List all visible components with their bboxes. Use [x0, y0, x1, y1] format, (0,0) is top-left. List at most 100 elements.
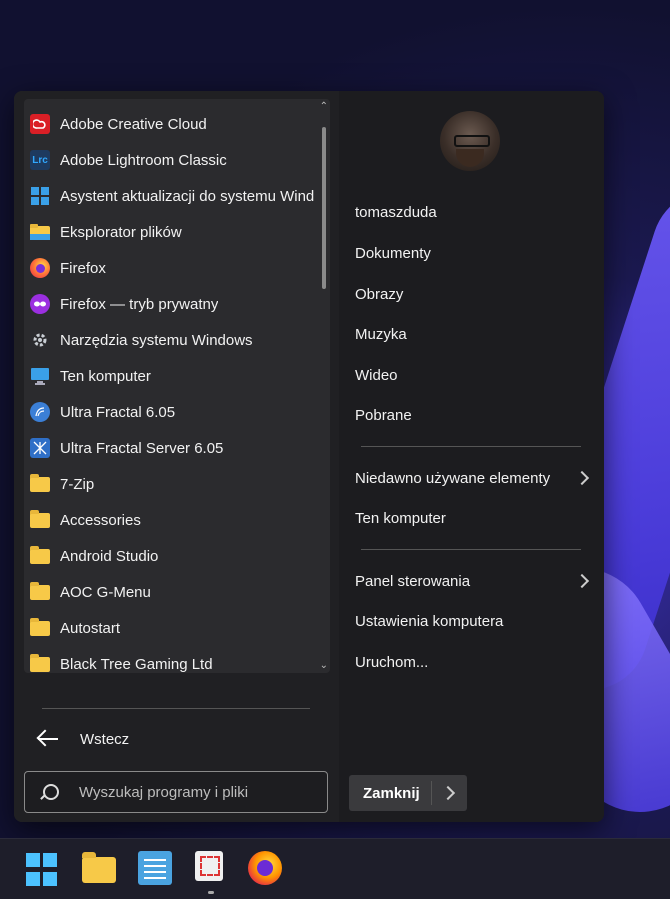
folder-icon: [30, 545, 50, 566]
divider: [42, 708, 310, 709]
avatar[interactable]: [440, 111, 500, 171]
pc-settings-label: Ustawienia komputera: [355, 612, 504, 630]
folder-icon: [30, 617, 50, 638]
file-explorer-icon[interactable]: [82, 852, 116, 883]
windows-update-icon: [30, 186, 50, 206]
folder-icon: [30, 581, 50, 602]
divider: [431, 781, 432, 805]
back-button[interactable]: Wstecz: [36, 724, 129, 754]
run-link[interactable]: Uruchom...: [355, 647, 587, 677]
program-ultra-fractal-server[interactable]: Ultra Fractal Server 6.05: [24, 431, 314, 465]
search-icon: [43, 784, 59, 800]
user-folder-link[interactable]: tomaszduda: [355, 197, 587, 227]
program-lightroom[interactable]: Lrc Adobe Lightroom Classic: [24, 143, 314, 177]
run-label: Uruchom...: [355, 653, 429, 671]
music-label: Muzyka: [355, 325, 407, 343]
firefox-private-icon: [30, 294, 50, 314]
chevron-right-icon: [574, 470, 590, 486]
videos-link[interactable]: Wideo: [355, 360, 587, 390]
folder-autostart[interactable]: Autostart: [24, 611, 314, 645]
program-windows-tools[interactable]: Narzędzia systemu Windows: [24, 323, 314, 357]
program-label: Black Tree Gaming Ltd: [60, 655, 213, 673]
pictures-label: Obrazy: [355, 285, 404, 303]
program-adobe-creative-cloud[interactable]: Adobe Creative Cloud: [24, 107, 314, 141]
active-app-indicator: [208, 891, 214, 894]
adobe-cc-icon: [30, 114, 50, 134]
folder-black-tree-gaming[interactable]: Black Tree Gaming Ltd: [24, 647, 314, 681]
places-pane: tomaszduda Dokumenty Obrazy Muzyka Wideo…: [339, 91, 604, 822]
notepad-icon[interactable]: [138, 851, 172, 885]
windows-start-icon[interactable]: [24, 851, 62, 889]
programs-pane: Adobe Creative Cloud Lrc Adobe Lightroom…: [14, 91, 339, 822]
control-panel-label: Panel sterowania: [355, 572, 471, 590]
music-link[interactable]: Muzyka: [355, 319, 587, 349]
program-label: 7-Zip: [60, 475, 95, 493]
this-pc-label: Ten komputer: [355, 509, 446, 527]
username-label: tomaszduda: [355, 203, 437, 221]
folder-icon: [30, 653, 50, 674]
program-label: Asystent aktualizacji do systemu Windows: [60, 187, 314, 205]
file-explorer-icon: [30, 222, 50, 242]
folder-aoc-g-menu[interactable]: AOC G-Menu: [24, 575, 314, 609]
program-label: Narzędzia systemu Windows: [60, 331, 253, 349]
program-label: Firefox — tryb prywatny: [60, 295, 219, 313]
program-this-pc[interactable]: Ten komputer: [24, 359, 314, 393]
program-label: Android Studio: [60, 547, 159, 565]
program-label: Adobe Creative Cloud: [60, 115, 207, 133]
scrollbar-thumb[interactable]: [322, 127, 326, 289]
recent-items-link[interactable]: Niedawno używane elementy: [355, 463, 590, 493]
program-label: Firefox: [60, 259, 106, 277]
chevron-right-icon: [574, 573, 590, 589]
program-label: AOC G-Menu: [60, 583, 151, 601]
lightroom-icon: Lrc: [30, 150, 50, 170]
search-placeholder: Wyszukaj programy i pliki: [79, 783, 249, 801]
program-firefox[interactable]: Firefox: [24, 251, 314, 285]
program-label: Eksplorator plików: [60, 223, 182, 241]
program-label: Accessories: [60, 511, 141, 529]
folder-icon: [30, 509, 50, 530]
snipping-tool-icon[interactable]: [195, 851, 223, 881]
scroll-up-arrow-icon[interactable]: ⌃: [320, 101, 328, 112]
pc-settings-link[interactable]: Ustawienia komputera: [355, 606, 587, 636]
downloads-label: Pobrane: [355, 406, 412, 424]
program-file-explorer[interactable]: Eksplorator plików: [24, 215, 314, 249]
pictures-link[interactable]: Obrazy: [355, 279, 587, 309]
program-label: Ultra Fractal 6.05: [60, 403, 176, 421]
documents-label: Dokumenty: [355, 244, 431, 262]
recent-items-label: Niedawno używane elementy: [355, 469, 551, 487]
ultra-fractal-server-icon: [30, 438, 50, 458]
windows-tools-icon: [30, 330, 50, 350]
folder-accessories[interactable]: Accessories: [24, 503, 314, 537]
program-label: Ten komputer: [60, 367, 151, 385]
folder-android-studio[interactable]: Android Studio: [24, 539, 314, 573]
search-input[interactable]: Wyszukaj programy i pliki: [24, 771, 328, 813]
downloads-link[interactable]: Pobrane: [355, 400, 587, 430]
documents-link[interactable]: Dokumenty: [355, 238, 587, 268]
program-ultra-fractal[interactable]: Ultra Fractal 6.05: [24, 395, 314, 429]
program-firefox-private[interactable]: Firefox — tryb prywatny: [24, 287, 314, 321]
folder-7zip[interactable]: 7-Zip: [24, 467, 314, 501]
program-windows-update-assistant[interactable]: Asystent aktualizacji do systemu Windows: [24, 179, 314, 213]
program-list[interactable]: Adobe Creative Cloud Lrc Adobe Lightroom…: [24, 99, 330, 673]
shutdown-button[interactable]: Zamknij: [349, 775, 467, 811]
chevron-right-icon[interactable]: [440, 785, 456, 801]
program-label: Ultra Fractal Server 6.05: [60, 439, 224, 457]
scroll-down-arrow-icon[interactable]: ⌄: [320, 660, 328, 671]
back-label: Wstecz: [80, 730, 130, 748]
back-arrow-icon: [36, 727, 60, 751]
start-menu: Adobe Creative Cloud Lrc Adobe Lightroom…: [14, 91, 604, 822]
computer-icon: [30, 366, 50, 386]
divider: [361, 446, 581, 447]
firefox-icon[interactable]: [248, 851, 282, 885]
this-pc-link[interactable]: Ten komputer: [355, 503, 587, 533]
program-label: Autostart: [60, 619, 121, 637]
firefox-icon: [30, 258, 50, 278]
ultra-fractal-icon: [30, 402, 50, 422]
videos-label: Wideo: [355, 366, 398, 384]
divider: [361, 549, 581, 550]
control-panel-link[interactable]: Panel sterowania: [355, 566, 590, 596]
program-label: Adobe Lightroom Classic: [60, 151, 227, 169]
taskbar: [0, 838, 670, 899]
shutdown-label: Zamknij: [363, 784, 420, 802]
folder-icon: [30, 473, 50, 494]
